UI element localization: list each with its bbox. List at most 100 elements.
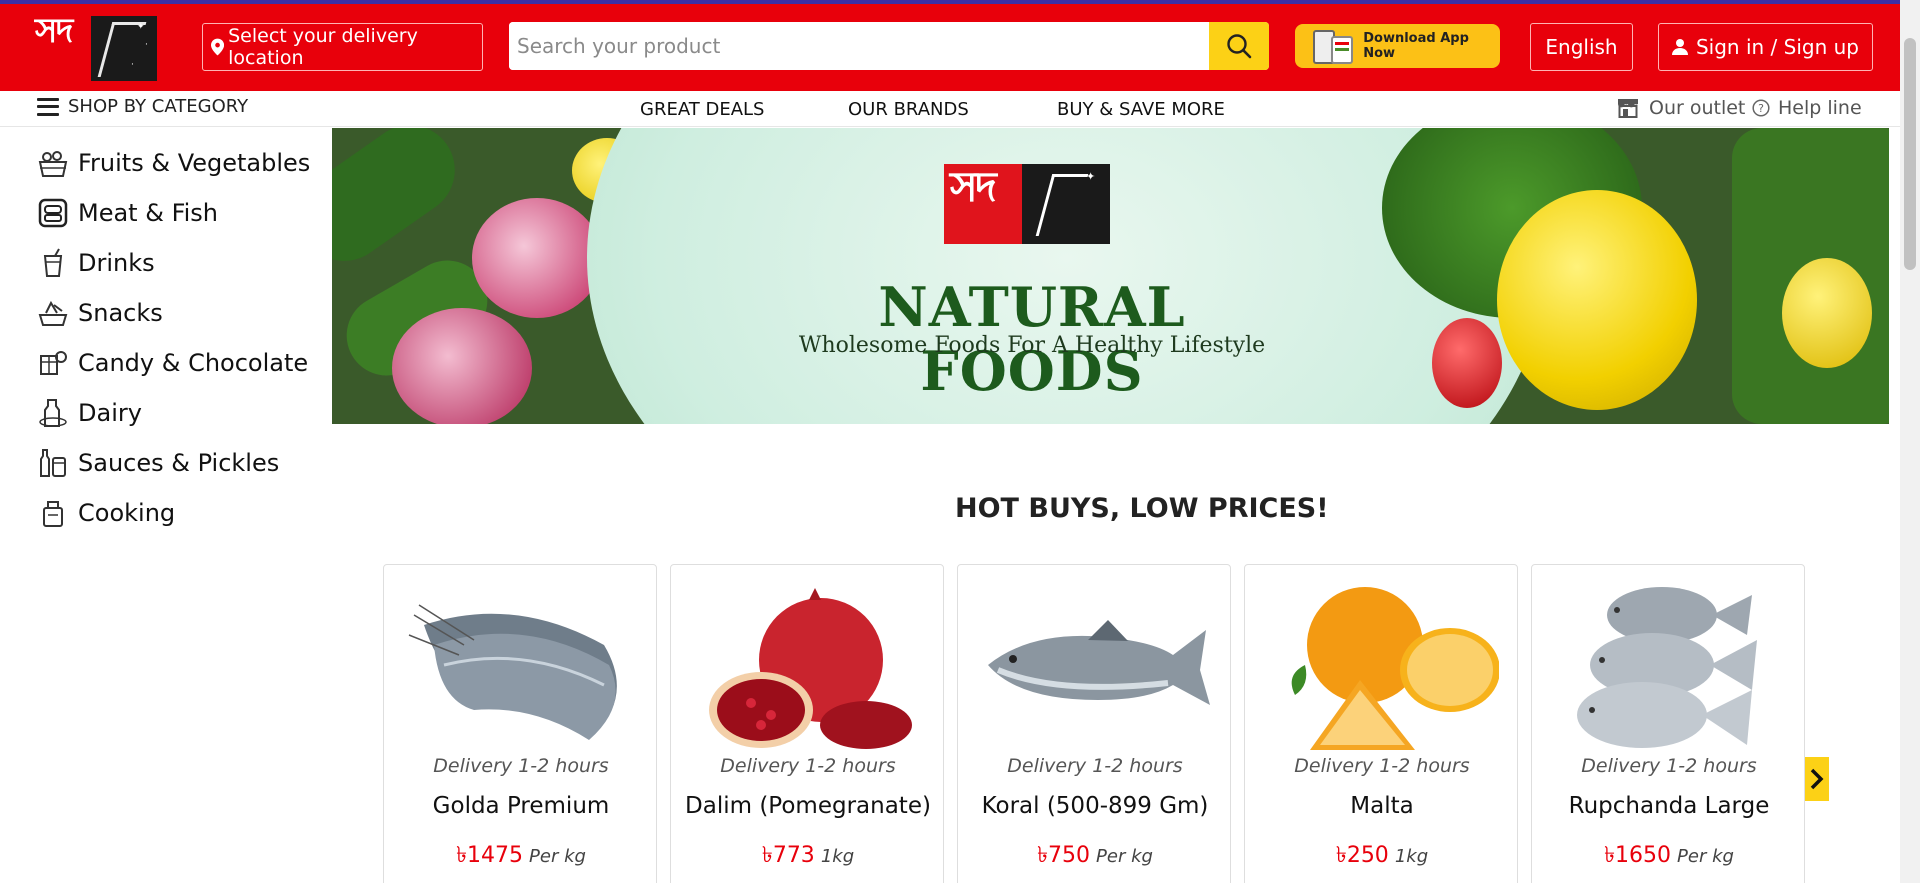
language-label: English: [1545, 35, 1618, 59]
product-card[interactable]: Delivery 1-2 hours Koral (500-899 Gm) ৳7…: [957, 564, 1231, 883]
tomato-graphic: [1432, 318, 1502, 408]
download-app-label: Download App Now: [1363, 31, 1469, 61]
category-label: Snacks: [78, 299, 163, 327]
category-label: Sauces & Pickles: [78, 449, 280, 477]
search-icon: [1227, 34, 1252, 59]
section-title: HOT BUYS, LOW PRICES!: [955, 493, 1329, 524]
category-label: Fruits & Vegetables: [78, 149, 311, 177]
banner-logo-text: সদ: [950, 162, 997, 211]
product-carousel: Delivery 1-2 hours Golda Premium ৳1475 Pe…: [383, 564, 1805, 883]
chevron-right-icon: [1810, 768, 1824, 790]
product-card[interactable]: Delivery 1-2 hours Malta ৳250 1kg: [1244, 564, 1518, 883]
category-item-candy-chocolate[interactable]: Candy & Chocolate: [36, 338, 326, 388]
download-app-button[interactable]: Download App Now: [1295, 24, 1500, 68]
banner-logo: সদ ✦: [944, 164, 1110, 244]
product-unit: 1kg: [820, 846, 855, 867]
category-label: Cooking: [78, 499, 176, 527]
nav-link-great-deals[interactable]: GREAT DEALS: [640, 99, 764, 120]
user-icon: [1671, 39, 1688, 55]
shop-by-category-toggle[interactable]: SHOP BY CATEGORY: [37, 96, 248, 117]
language-button[interactable]: English: [1530, 23, 1633, 71]
category-item-snacks[interactable]: Snacks: [36, 288, 326, 338]
page-scrollbar[interactable]: [1900, 0, 1920, 883]
help-line-link[interactable]: ? Help line: [1752, 97, 1862, 119]
svg-text:?: ?: [1758, 102, 1764, 115]
prawn-image: [408, 604, 617, 740]
fish-image: [988, 620, 1210, 705]
product-price-row: ৳773 1kg: [671, 838, 945, 875]
product-unit: Per kg: [529, 846, 586, 867]
shop-by-category-label: SHOP BY CATEGORY: [68, 96, 249, 117]
product-name: Malta: [1350, 793, 1414, 819]
scrollbar-thumb[interactable]: [1904, 38, 1916, 270]
delivery-time: Delivery 1-2 hours: [1294, 755, 1470, 777]
orange-image: [1291, 587, 1499, 750]
product-price-row: ৳1650 Per kg: [1532, 838, 1805, 875]
lemon-graphic: [1497, 190, 1697, 410]
product-unit: 1kg: [1394, 846, 1429, 867]
signin-button[interactable]: Sign in / Sign up: [1658, 23, 1873, 71]
sauce-icon: [36, 446, 70, 480]
site-logo[interactable]: সদ ✦ · ·: [33, 11, 157, 81]
page: সদ ✦ · · Select your delivery location S…: [0, 0, 1920, 883]
category-item-fruits-vegetables[interactable]: Fruits & Vegetables: [36, 138, 326, 188]
product-card[interactable]: Delivery 1-2 hours Golda Premium ৳1475 Pe…: [383, 564, 657, 883]
help-line-label: Help line: [1778, 97, 1862, 119]
delivery-time: Delivery 1-2 hours: [433, 755, 609, 777]
product-name: Golda Premium: [432, 793, 610, 819]
product-price-row: ৳750 Per kg: [958, 838, 1232, 875]
delivery-time: Delivery 1-2 hours: [1007, 755, 1183, 777]
lemon-graphic: [1782, 258, 1872, 368]
product-price: ৳750: [1037, 843, 1091, 868]
signin-label: Sign in / Sign up: [1695, 35, 1860, 59]
product-name: Dalim (Pomegranate): [685, 793, 931, 819]
logo-red-block: সদ: [33, 11, 91, 81]
category-item-meat-fish[interactable]: Meat & Fish: [36, 188, 326, 238]
store-icon: [1618, 99, 1638, 118]
location-pin-icon: [211, 38, 225, 56]
delivery-location-button[interactable]: Select your delivery location: [202, 23, 483, 71]
nav-link-our-brands[interactable]: OUR BRANDS: [848, 99, 969, 120]
carousel-next-button[interactable]: [1805, 757, 1829, 801]
dairy-icon: [36, 396, 70, 430]
drink-icon: [36, 246, 70, 280]
pomegranate-image: [709, 588, 912, 749]
nav-link-buy-save-more[interactable]: BUY & SAVE MORE: [1057, 99, 1225, 120]
snacks-icon: [36, 296, 70, 330]
meat-icon: [36, 196, 70, 230]
nav-bar: SHOP BY CATEGORY GREAT DEALS OUR BRANDS …: [0, 91, 1900, 127]
product-unit: Per kg: [1096, 846, 1153, 867]
hero-banner[interactable]: সদ ✦ NATURAL FOODS Wholesome Foods For A…: [332, 128, 1889, 424]
our-outlet-link[interactable]: Our outlet: [1617, 97, 1745, 119]
product-price: ৳250: [1335, 843, 1389, 868]
search-input[interactable]: [509, 22, 1209, 70]
product-price-row: ৳1475 Per kg: [384, 838, 658, 875]
header: সদ ✦ · · Select your delivery location S…: [0, 4, 1920, 91]
category-item-drinks[interactable]: Drinks: [36, 238, 326, 288]
category-item-sauces-pickles[interactable]: Sauces & Pickles: [36, 438, 326, 488]
product-name: Koral (500-899 Gm): [981, 793, 1209, 819]
category-label: Candy & Chocolate: [78, 349, 309, 377]
product-price: ৳773: [761, 843, 815, 868]
product-card[interactable]: Delivery 1-2 hours Rupchanda Large ৳1650…: [1531, 564, 1805, 883]
product-card[interactable]: Delivery 1-2 hours Dalim (Pomegranate) ৳…: [670, 564, 944, 883]
category-item-dairy[interactable]: Dairy: [36, 388, 326, 438]
phone-app-icon: [1307, 28, 1353, 64]
category-label: Dairy: [78, 399, 142, 427]
delivery-time: Delivery 1-2 hours: [720, 755, 896, 777]
cooking-icon: [36, 496, 70, 530]
logo-black-block: ✦ · ·: [91, 16, 157, 81]
candy-icon: [36, 346, 70, 380]
our-outlet-label: Our outlet: [1649, 97, 1746, 119]
product-name: Rupchanda Large: [1568, 793, 1770, 819]
help-question-icon: ?: [1752, 99, 1770, 117]
product-price: ৳1650: [1604, 843, 1672, 868]
delivery-time: Delivery 1-2 hours: [1581, 755, 1757, 777]
search-button[interactable]: [1209, 22, 1269, 70]
search-bar: [509, 22, 1269, 70]
category-item-cooking[interactable]: Cooking: [36, 488, 326, 538]
logo-text: সদ: [35, 11, 73, 51]
category-label: Meat & Fish: [78, 199, 219, 227]
product-unit: Per kg: [1677, 846, 1734, 867]
pomfret-image: [1577, 587, 1757, 748]
